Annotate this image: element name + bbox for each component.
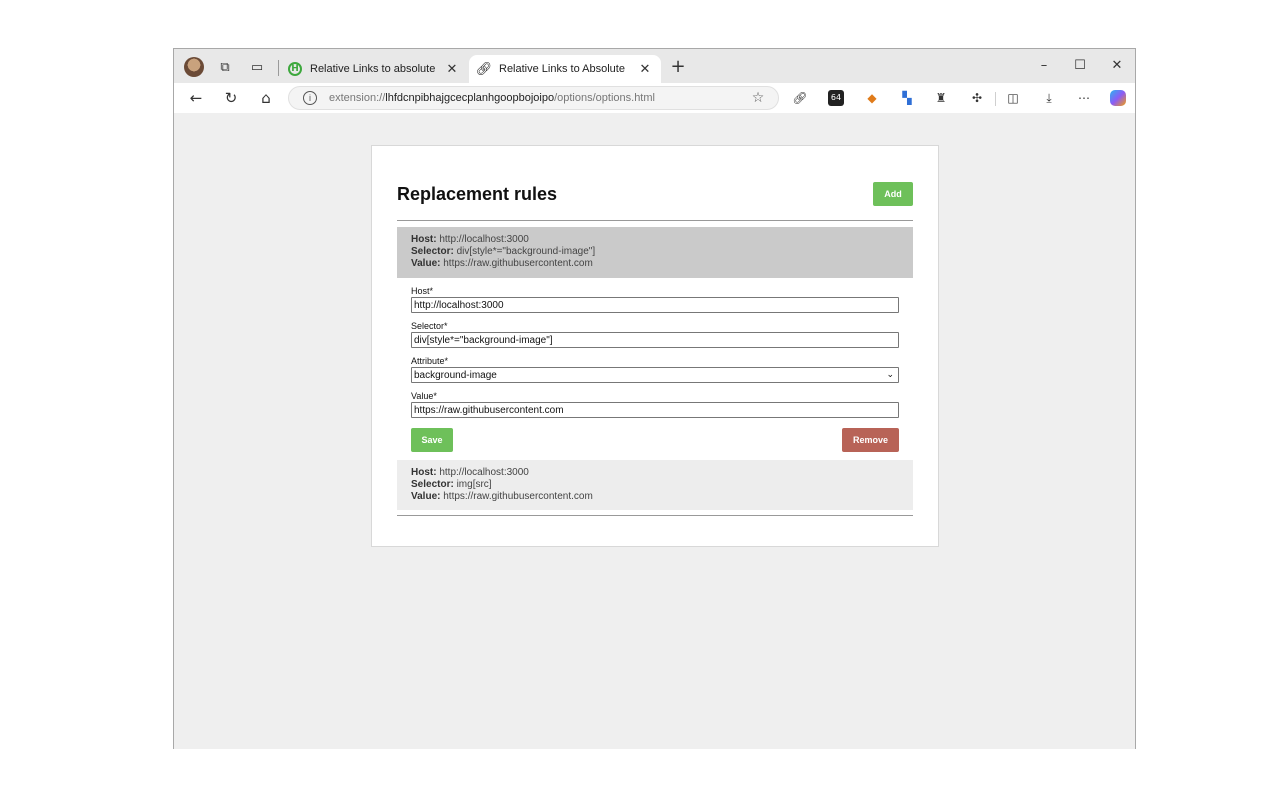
rule-value: Value: https://raw.githubusercontent.com — [411, 258, 593, 269]
host-input[interactable]: http://localhost:3000 — [411, 297, 899, 313]
toolbar-separator — [995, 92, 996, 106]
close-window-icon[interactable]: ✕ — [1104, 56, 1130, 76]
link-extension-icon[interactable]: 🔗︎ — [792, 90, 808, 106]
split-screen-icon[interactable]: ◫ — [1005, 90, 1021, 106]
home-icon[interactable]: ⌂ — [255, 87, 277, 109]
rule-value: Value: https://raw.githubusercontent.com — [411, 491, 593, 502]
host-label: Host* — [411, 286, 434, 296]
address-url: extension://lhfdcnpibhajgcecplanhgoopboj… — [329, 92, 655, 104]
remove-button[interactable]: Remove — [842, 428, 899, 452]
tab-title: Relative Links to Absolute — [499, 63, 625, 75]
rule-edit-form: Host* http://localhost:3000 Selector* di… — [411, 284, 899, 426]
copilot-icon[interactable] — [1110, 90, 1126, 106]
tab-relative-links-options[interactable]: H Relative Links to absolute ✕ — [280, 55, 468, 83]
selector-label: Selector* — [411, 321, 448, 331]
workspaces-icon[interactable]: ⧉ — [216, 58, 234, 76]
tab-actions-icon[interactable]: ▭ — [248, 58, 266, 76]
back-icon[interactable]: ← — [185, 87, 207, 109]
refresh-icon[interactable]: ↻ — [220, 87, 242, 109]
tab-separator — [278, 60, 279, 76]
divider-top — [397, 220, 913, 221]
site-info-icon[interactable]: i — [303, 91, 317, 105]
options-card: Replacement rules Add Host: http://local… — [371, 145, 939, 547]
attribute-select[interactable]: background-image ⌄ — [411, 367, 899, 383]
attribute-label: Attribute* — [411, 356, 449, 366]
browser-window: ⧉ ▭ H Relative Links to absolute ✕ 🔗︎ Re… — [173, 48, 1136, 749]
favorite-star-icon[interactable]: ☆ — [748, 90, 768, 106]
rule-selector: Selector: div[style*="background-image"] — [411, 246, 596, 257]
rule-item-selected[interactable]: Host: http://localhost:3000 Selector: di… — [397, 227, 913, 278]
tab-title: Relative Links to absolute — [310, 63, 436, 75]
robot-extension-icon[interactable]: ♜ — [933, 90, 949, 106]
extensions-puzzle-icon[interactable]: ✣ — [969, 90, 985, 106]
address-bar[interactable]: i extension://lhfdcnpibhajgcecplanhgoopb… — [288, 86, 779, 110]
save-button[interactable]: Save — [411, 428, 453, 452]
divider-bottom — [397, 515, 913, 516]
link-favicon-icon: 🔗︎ — [475, 61, 493, 77]
extension-64-icon[interactable]: 64 — [828, 90, 844, 106]
chevron-down-icon: ⌄ — [886, 370, 894, 380]
attribute-selected-value: background-image — [414, 369, 497, 381]
value-input[interactable]: https://raw.githubusercontent.com — [411, 402, 899, 418]
minimize-icon[interactable]: – — [1031, 56, 1057, 76]
rule-item[interactable]: Host: http://localhost:3000 Selector: im… — [397, 460, 913, 510]
rule-host: Host: http://localhost:3000 — [411, 234, 529, 245]
title-bar: ⧉ ▭ H Relative Links to absolute ✕ 🔗︎ Re… — [174, 49, 1135, 83]
add-rule-button[interactable]: Add — [873, 182, 913, 206]
rule-host: Host: http://localhost:3000 — [411, 467, 529, 478]
profile-avatar[interactable] — [184, 57, 204, 77]
extension-favicon-icon: H — [288, 62, 302, 76]
toolbar: ← ↻ ⌂ i extension://lhfdcnpibhajgcecplan… — [174, 83, 1135, 113]
more-menu-icon[interactable]: ⋯ — [1076, 90, 1092, 106]
close-tab-icon[interactable]: ✕ — [635, 62, 655, 77]
close-tab-icon[interactable]: ✕ — [442, 62, 462, 77]
selector-input[interactable]: div[style*="background-image"] — [411, 332, 899, 348]
new-tab-button[interactable]: + — [668, 57, 688, 77]
rule-selector: Selector: img[src] — [411, 479, 492, 490]
page-title: Replacement rules — [397, 184, 558, 204]
extension-puzzle-orange-icon[interactable]: ◆ — [864, 90, 880, 106]
tab-relative-links-active[interactable]: 🔗︎ Relative Links to Absolute ✕ — [469, 55, 661, 83]
value-label: Value* — [411, 391, 437, 401]
page-content: Replacement rules Add Host: http://local… — [174, 113, 1135, 749]
translate-extension-icon[interactable]: ▚ — [899, 90, 915, 106]
maximize-icon[interactable]: ☐ — [1067, 56, 1093, 76]
downloads-icon[interactable]: ⤓ — [1041, 90, 1057, 106]
